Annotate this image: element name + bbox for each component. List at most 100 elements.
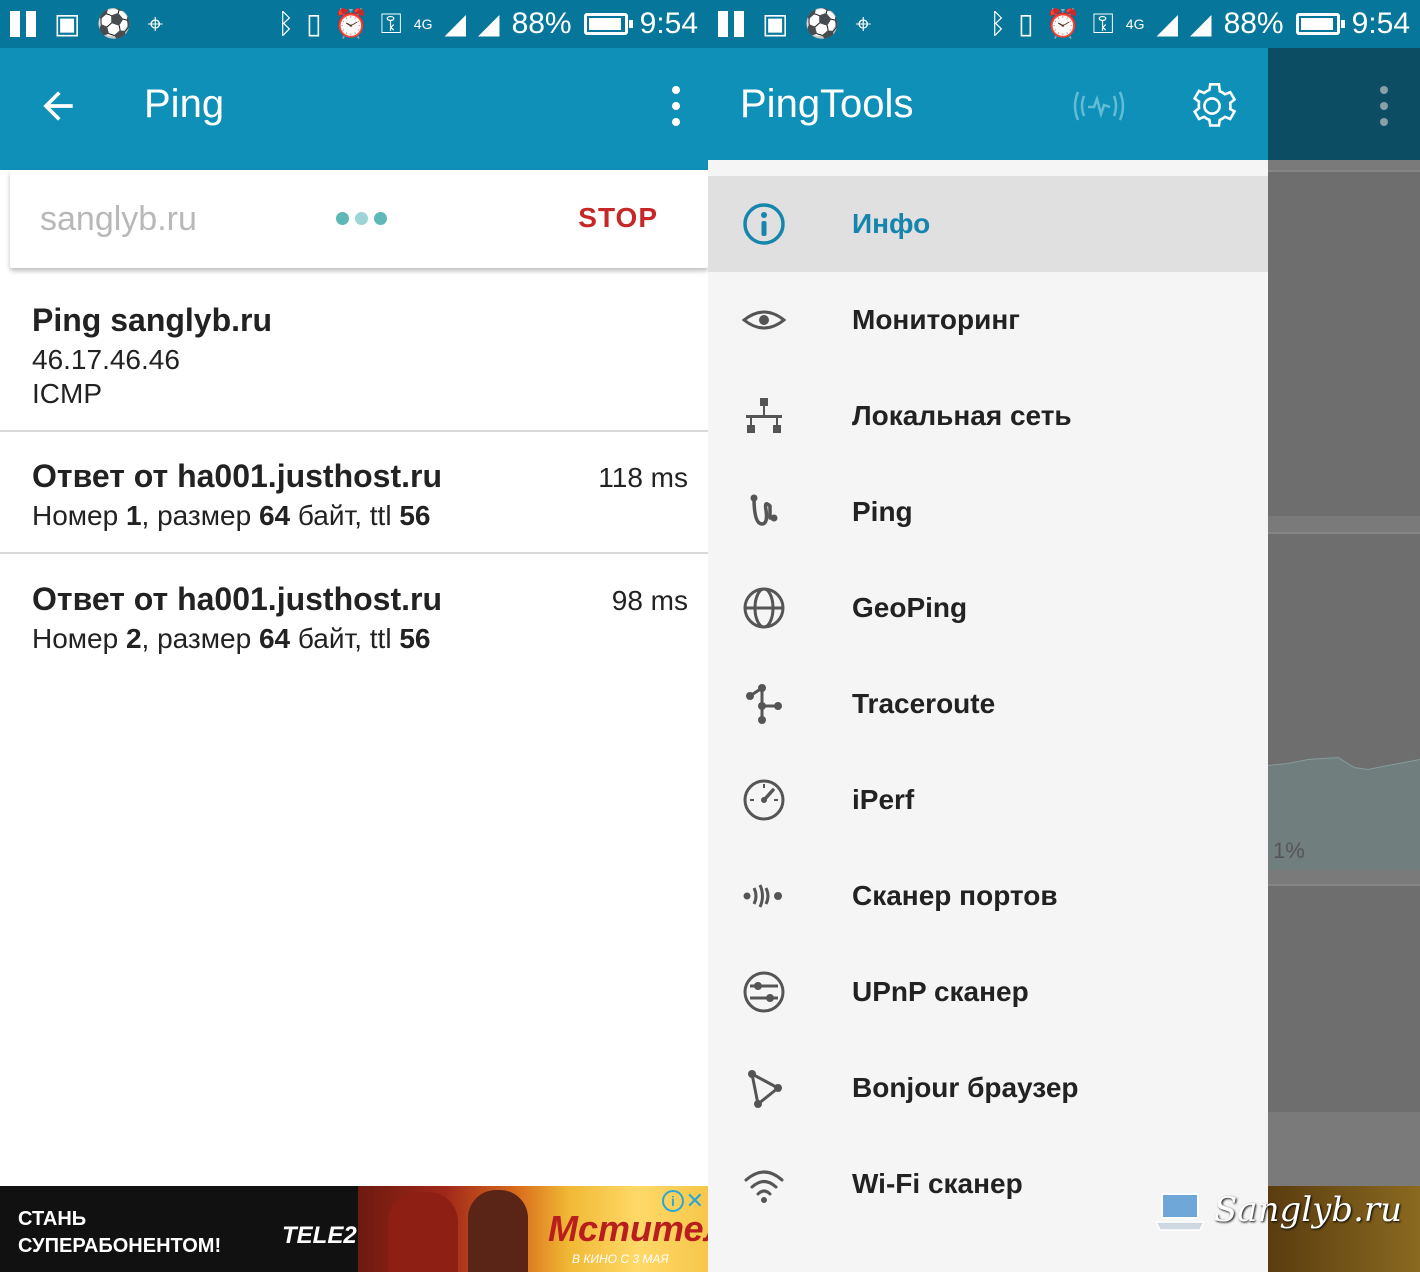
speedometer-icon: [743, 779, 785, 821]
upnp-icon: [743, 971, 785, 1013]
bluetooth-icon: ᛒ: [989, 8, 1007, 39]
partial-item-icon: [740, 1256, 788, 1272]
background-card: [1267, 532, 1420, 870]
ad-banner[interactable]: СТАНЬ СУПЕРАБОНЕНТОМ! TELE2 Мстители В К…: [0, 1186, 708, 1272]
traceroute-icon: [746, 684, 782, 724]
reply-time: 98 ms: [611, 585, 688, 616]
ping-summary-title: Ping sanglyb.ru: [32, 302, 273, 338]
drawer-item-traceroute[interactable]: Traceroute: [708, 656, 1268, 752]
drawer-item-label: Bonjour браузер: [852, 1072, 1079, 1103]
drawer-item-label: iPerf: [852, 784, 915, 815]
network-type: 4G: [1125, 16, 1145, 32]
drawer-item-iperf[interactable]: iPerf: [708, 752, 1268, 848]
drawer-item-geoping[interactable]: GeoPing: [708, 560, 1268, 656]
drawer-title: PingTools: [740, 82, 914, 126]
bluetooth-icon: ᛒ: [277, 8, 295, 39]
host-input-card: STOP: [10, 170, 708, 268]
battery-percent: 88%: [511, 7, 572, 40]
drawer-item-label: Инфо: [852, 208, 931, 239]
watermark-text: Sanglyb.ru: [1214, 1190, 1403, 1230]
clock: 9:54: [1351, 7, 1410, 40]
stop-button[interactable]: STOP: [578, 202, 658, 234]
vibrate-icon: ▯: [1018, 8, 1034, 39]
key-icon: ⚿: [1092, 8, 1114, 39]
battery-icon: [1295, 13, 1345, 35]
drawer-item-port-scanner[interactable]: Сканер портов: [708, 848, 1268, 944]
drawer-item-info[interactable]: Инфо: [708, 176, 1268, 272]
background-card: [1268, 884, 1420, 1112]
drawer-item-label: Мониторинг: [852, 304, 1020, 335]
clock: 9:54: [639, 7, 698, 40]
ping-summary: Ping sanglyb.ru 46.17.46.46 ICMP: [0, 278, 708, 432]
signal-icon-2: ◢: [478, 8, 500, 39]
ad-movie-title: Мстители: [548, 1208, 708, 1249]
ad-close-icon[interactable]: ✕: [686, 1188, 704, 1214]
reply-details: Номер 2, размер 64 байт, ttl 56: [32, 623, 431, 654]
signal-icon-2: ◢: [1190, 8, 1212, 39]
map-icon: ⌖: [147, 8, 164, 39]
reply-row: Ответ от ha001.justhost.ru 98 ms Номер 2…: [0, 554, 708, 676]
laptop-icon: [1154, 1193, 1206, 1231]
drawer-item-upnp-scanner[interactable]: UPnP сканер: [708, 944, 1268, 1040]
drawer-item-label: Ping: [852, 496, 913, 527]
soccer-ball-icon: ⚽: [96, 8, 132, 39]
reply-row: Ответ от ha001.justhost.ru 118 ms Номер …: [0, 432, 708, 554]
key-icon: ⚿: [380, 8, 402, 39]
signal-icon: ◢: [1156, 8, 1179, 39]
alarm-icon: ⏰: [1045, 8, 1081, 39]
drawer-item-monitoring[interactable]: Мониторинг: [708, 272, 1268, 368]
ping-ip: 46.17.46.46: [32, 344, 180, 375]
globe-icon: [743, 587, 785, 629]
ad-image: Мстители В КИНО С 3 МАЯ i ✕: [358, 1186, 708, 1272]
drawer-item-bonjour[interactable]: Bonjour браузер: [708, 1040, 1268, 1136]
watermark: Sanglyb.ru: [1154, 1190, 1416, 1240]
ping-screen: ▣ ⚽ ⌖ ᛒ ▯ ⏰ ⚿ 4G ◢ ◢ 88% 9:54 Ping STOP …: [0, 0, 708, 1272]
overflow-menu-icon: [1380, 86, 1390, 126]
image-icon: ▣: [54, 8, 81, 39]
ad-text: СТАНЬ СУПЕРАБОНЕНТОМ!: [18, 1208, 222, 1257]
drawer-item-label: Локальная сеть: [852, 400, 1072, 431]
overflow-menu-icon[interactable]: [672, 86, 682, 126]
image-icon: ▣: [762, 8, 789, 39]
signal-icon: ◢: [444, 8, 467, 39]
reply-title: Ответ от ha001.justhost.ru: [32, 458, 443, 494]
app-bar: Ping: [0, 48, 708, 170]
drawer-item-label: Wi-Fi сканер: [852, 1168, 1023, 1199]
settings-gear-icon[interactable]: [1186, 80, 1238, 132]
ad-hero-image: [388, 1192, 458, 1272]
port-scanner-icon: [743, 884, 782, 908]
background-card: [1268, 170, 1420, 516]
drawer-item-label: GeoPing: [852, 592, 968, 623]
map-icon: ⌖: [855, 8, 872, 39]
ping-icon: [750, 494, 778, 526]
drawer-item-label: Traceroute: [852, 688, 996, 719]
background-percent: 1%: [1273, 838, 1305, 863]
drawer-header: PingTools: [708, 48, 1268, 160]
bonjour-icon: [748, 1070, 782, 1108]
reply-title: Ответ от ha001.justhost.ru: [32, 581, 443, 617]
soccer-ball-icon: ⚽: [804, 8, 840, 39]
host-input[interactable]: [40, 200, 320, 239]
ad-movie-subtitle: В КИНО С 3 МАЯ: [572, 1252, 669, 1266]
ad-hero-image: [468, 1190, 528, 1272]
ping-protocol: ICMP: [32, 378, 102, 409]
pause-icon: [10, 11, 38, 37]
alarm-icon: ⏰: [333, 8, 369, 39]
background-chart: [1267, 756, 1420, 870]
reply-details: Номер 1, размер 64 байт, ttl 56: [32, 500, 431, 531]
vibrate-icon: ▯: [306, 8, 322, 39]
battery-percent: 88%: [1223, 7, 1284, 40]
eye-icon: [741, 310, 787, 330]
monitor-pulse-icon[interactable]: [1072, 86, 1126, 126]
drawer-item-ping[interactable]: Ping: [708, 464, 1268, 560]
status-bar: ▣ ⚽ ⌖ ᛒ ▯ ⏰ ⚿ 4G ◢ ◢ 88% 9:54: [0, 0, 708, 48]
loading-indicator: [336, 212, 387, 225]
back-arrow-icon[interactable]: [36, 84, 80, 128]
battery-icon: [583, 13, 633, 35]
wifi-icon: [744, 1170, 784, 1203]
status-bar: ▣ ⚽ ⌖ ᛒ ▯ ⏰ ⚿ 4G ◢ ◢ 88% 9:54: [708, 0, 1420, 48]
ad-info-icon[interactable]: i: [662, 1190, 684, 1212]
drawer-item-local-network[interactable]: Локальная сеть: [708, 368, 1268, 464]
page-title: Ping: [144, 82, 225, 126]
drawer-item-label: UPnP сканер: [852, 976, 1029, 1007]
